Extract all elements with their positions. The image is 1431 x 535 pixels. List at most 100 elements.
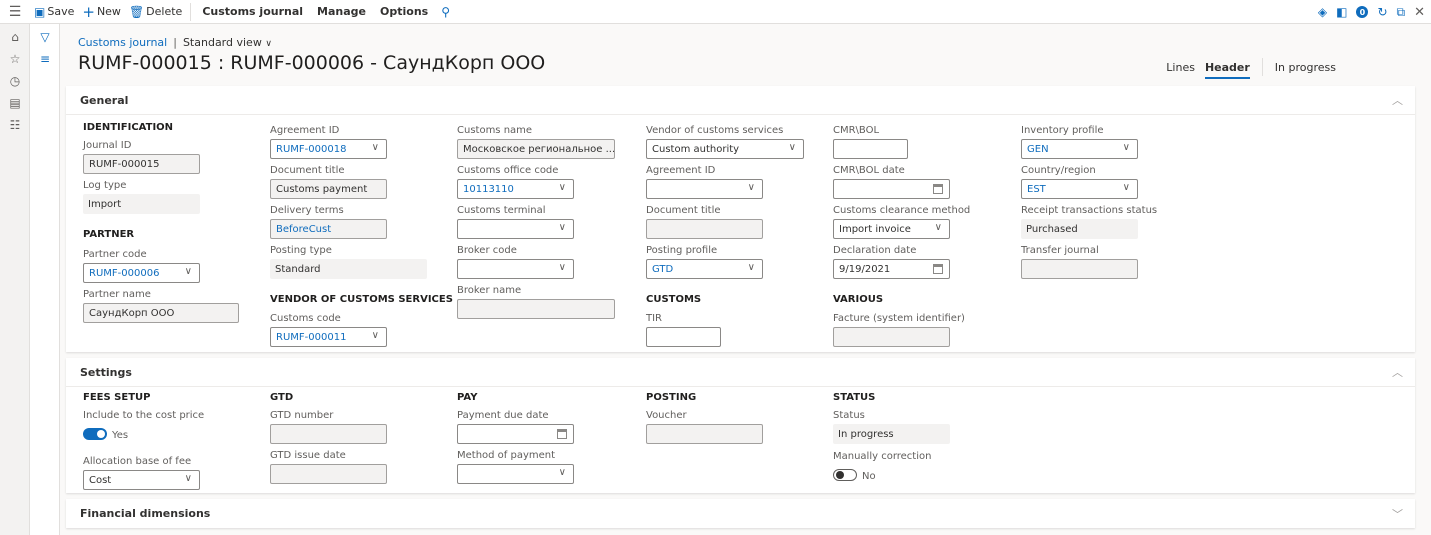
customs-terminal-select[interactable]: ∨ — [457, 219, 574, 239]
notifications-badge[interactable]: 0 — [1356, 6, 1369, 18]
gtd-issue-date-field[interactable] — [270, 464, 387, 484]
calendar-icon[interactable] — [933, 184, 943, 194]
partner-code-select[interactable]: RUMF-000006 ∨ — [83, 263, 200, 283]
workspaces-icon[interactable]: ▤ — [0, 92, 30, 114]
favorites-icon[interactable]: ☆ — [0, 48, 30, 70]
home-icon[interactable]: ⌂ — [0, 26, 30, 48]
refresh-icon[interactable]: ↻ — [1377, 5, 1387, 19]
field-label: Facture (system identifier) — [833, 313, 965, 324]
toggle-value: No — [862, 471, 876, 482]
delivery-terms-field[interactable]: BeforeCust — [270, 219, 387, 239]
tab-options[interactable]: Options — [373, 0, 435, 24]
include-cost-price-toggle[interactable] — [83, 427, 107, 440]
cmr-bol-input[interactable] — [833, 139, 908, 159]
field-label: CMR\BOL date — [833, 165, 905, 176]
field-label: Customs name — [457, 125, 533, 136]
country-region-select[interactable]: EST ∨ — [1021, 179, 1138, 199]
chevron-up-icon[interactable]: ︿ — [1392, 92, 1403, 108]
navigation-menu-button[interactable]: ☰ — [0, 0, 30, 24]
chevron-down-icon: ∨ — [371, 142, 379, 153]
field-label: Agreement ID — [646, 165, 716, 176]
tab-header[interactable]: Header — [1200, 61, 1255, 79]
field-label: TIR — [646, 313, 663, 324]
broker-code-select[interactable]: ∨ — [457, 259, 574, 279]
tab-customs-journal[interactable]: Customs journal — [195, 0, 310, 24]
chevron-down-icon: ∨ — [184, 473, 192, 484]
journal-id-field[interactable]: RUMF-000015 — [83, 154, 200, 174]
toggle-value: Yes — [112, 430, 129, 441]
field-label: Customs terminal — [457, 205, 546, 216]
cmr-bol-date-input[interactable] — [833, 179, 950, 199]
view-tabs: Lines Header In progress — [1161, 58, 1341, 79]
chevron-up-icon[interactable]: ︿ — [1392, 364, 1403, 380]
open-new-window-icon[interactable]: ⧉ — [1397, 5, 1406, 20]
office-icon[interactable]: ◧ — [1336, 5, 1347, 19]
filter-icon[interactable]: ▽ — [30, 26, 60, 48]
gtd-number-field[interactable] — [270, 424, 387, 444]
vendor-services-select[interactable]: Custom authority ∨ — [646, 139, 804, 159]
facture-field[interactable] — [833, 327, 950, 347]
posting-profile-select[interactable]: GTD ∨ — [646, 259, 763, 279]
calendar-icon[interactable] — [557, 429, 567, 439]
field-label: Customs office code — [457, 165, 559, 176]
hamburger-icon: ☰ — [8, 3, 22, 20]
section-title: Financial dimensions — [80, 507, 211, 520]
clearance-method-select[interactable]: Import invoice ∨ — [833, 219, 950, 239]
chevron-down-icon: ∨ — [1122, 142, 1130, 153]
partner-name-field[interactable]: СаундКорп ООО — [83, 303, 239, 323]
field-label: Log type — [83, 180, 127, 191]
tab-lines[interactable]: Lines — [1161, 61, 1200, 74]
field-label: Country/region — [1021, 165, 1096, 176]
navigation-bar: ⌂ ☆ ◷ ▤ ☷ — [0, 24, 30, 535]
field-label: Inventory profile — [1021, 125, 1104, 136]
customs-office-code-select[interactable]: 10113110 ∨ — [457, 179, 574, 199]
power-apps-icon[interactable]: ◈ — [1318, 5, 1327, 19]
search-button[interactable]: ⚲ — [435, 5, 456, 19]
agreement-id-select[interactable]: RUMF-000018 ∨ — [270, 139, 387, 159]
customs-code-select[interactable]: RUMF-000011 ∨ — [270, 327, 387, 347]
financial-dimensions-header[interactable]: Financial dimensions ﹀ — [66, 499, 1415, 528]
settings-header[interactable]: Settings ︿ — [66, 358, 1415, 387]
allocation-base-select[interactable]: Cost ∨ — [83, 470, 200, 490]
field-label: Customs clearance method — [833, 205, 971, 216]
vendor-document-title-field[interactable] — [646, 219, 763, 239]
vendor-agreement-id-select[interactable]: ∨ — [646, 179, 763, 199]
status-field: In progress — [833, 424, 950, 444]
page-title: RUMF-000015 : RUMF-000006 - СаундКорп ОО… — [78, 52, 546, 74]
group-heading: VENDOR OF CUSTOMS SERVICES — [270, 294, 453, 305]
broker-name-field[interactable] — [457, 299, 615, 319]
breadcrumb-link[interactable]: Customs journal — [78, 36, 167, 49]
receipt-status-field: Purchased — [1021, 219, 1138, 239]
method-of-payment-select[interactable]: ∨ — [457, 464, 574, 484]
save-button[interactable]: ▣ Save — [30, 0, 78, 24]
side-actions: ▽ ≡ — [30, 24, 60, 535]
breadcrumb-separator: | — [173, 36, 177, 49]
transfer-journal-field[interactable] — [1021, 259, 1138, 279]
view-selector[interactable]: Standard view ∨ — [183, 36, 272, 49]
calendar-icon[interactable] — [933, 264, 943, 274]
declaration-date-input[interactable]: 9/19/2021 — [833, 259, 950, 279]
save-icon: ▣ — [34, 4, 46, 19]
document-title-field[interactable]: Customs payment — [270, 179, 387, 199]
chevron-down-icon: ∨ — [371, 330, 379, 341]
delete-button[interactable]: 🗑︎ Delete — [125, 0, 186, 24]
field-value: RUMF-000011 — [276, 331, 347, 343]
section-title: Settings — [80, 365, 132, 379]
customs-name-field[interactable]: Московское региональное ... — [457, 139, 615, 159]
close-icon[interactable]: ✕ — [1414, 5, 1425, 20]
list-icon[interactable]: ≡ — [30, 48, 60, 70]
payment-due-date-input[interactable] — [457, 424, 574, 444]
modules-icon[interactable]: ☷ — [0, 114, 30, 136]
general-header[interactable]: General ︿ — [66, 86, 1415, 115]
tab-manage[interactable]: Manage — [310, 0, 373, 24]
group-heading: VARIOUS — [833, 294, 884, 305]
manual-correction-toggle[interactable] — [833, 468, 857, 481]
group-heading: PARTNER — [83, 229, 135, 240]
field-label: Broker name — [457, 285, 522, 296]
tir-input[interactable] — [646, 327, 721, 347]
new-button[interactable]: + New — [78, 0, 125, 24]
chevron-down-icon[interactable]: ﹀ — [1392, 506, 1403, 522]
voucher-field[interactable] — [646, 424, 763, 444]
inventory-profile-select[interactable]: GEN ∨ — [1021, 139, 1138, 159]
recent-icon[interactable]: ◷ — [0, 70, 30, 92]
